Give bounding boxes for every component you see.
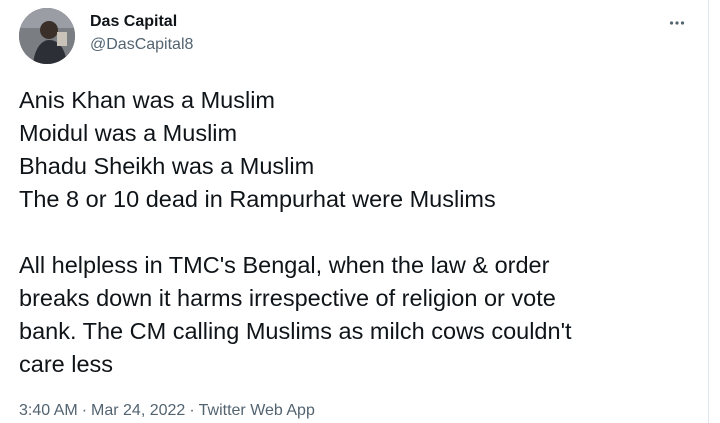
tweet-date[interactable]: Mar 24, 2022 (91, 402, 185, 419)
tweet-line: Anis Khan was a Muslim (19, 87, 275, 113)
author-name[interactable]: Das Capital (90, 12, 177, 32)
tweet-meta: 3:40 AM · Mar 24, 2022 · Twitter Web App (19, 401, 315, 421)
more-options-button[interactable] (664, 10, 690, 36)
tweet-line: Bhadu Sheikh was a Muslim (19, 153, 315, 179)
meta-separator: · (189, 402, 195, 419)
avatar-image (19, 8, 75, 64)
tweet-card: Das Capital @DasCapital8 Anis Khan was a… (0, 0, 708, 423)
tweet-line: The 8 or 10 dead in Rampurhat were Musli… (19, 186, 496, 212)
tweet-text: Anis Khan was a Muslim Moidul was a Musl… (19, 84, 699, 381)
tweet-time[interactable]: 3:40 AM (19, 402, 78, 419)
tweet-line: All helpless in TMC's Bengal, when the l… (19, 252, 550, 278)
tweet-line: Moidul was a Muslim (19, 120, 238, 146)
tweet-line: bank. The CM calling Muslims as milch co… (19, 318, 572, 344)
tweet-source[interactable]: Twitter Web App (199, 402, 315, 419)
meta-separator: · (81, 402, 88, 419)
avatar[interactable] (19, 8, 75, 64)
author-handle[interactable]: @DasCapital8 (90, 35, 193, 55)
tweet-line: care less (19, 351, 114, 377)
tweet-line: breaks down it harms irrespective of rel… (19, 285, 556, 311)
more-horizontal-icon (669, 21, 685, 25)
card-border (708, 0, 709, 423)
